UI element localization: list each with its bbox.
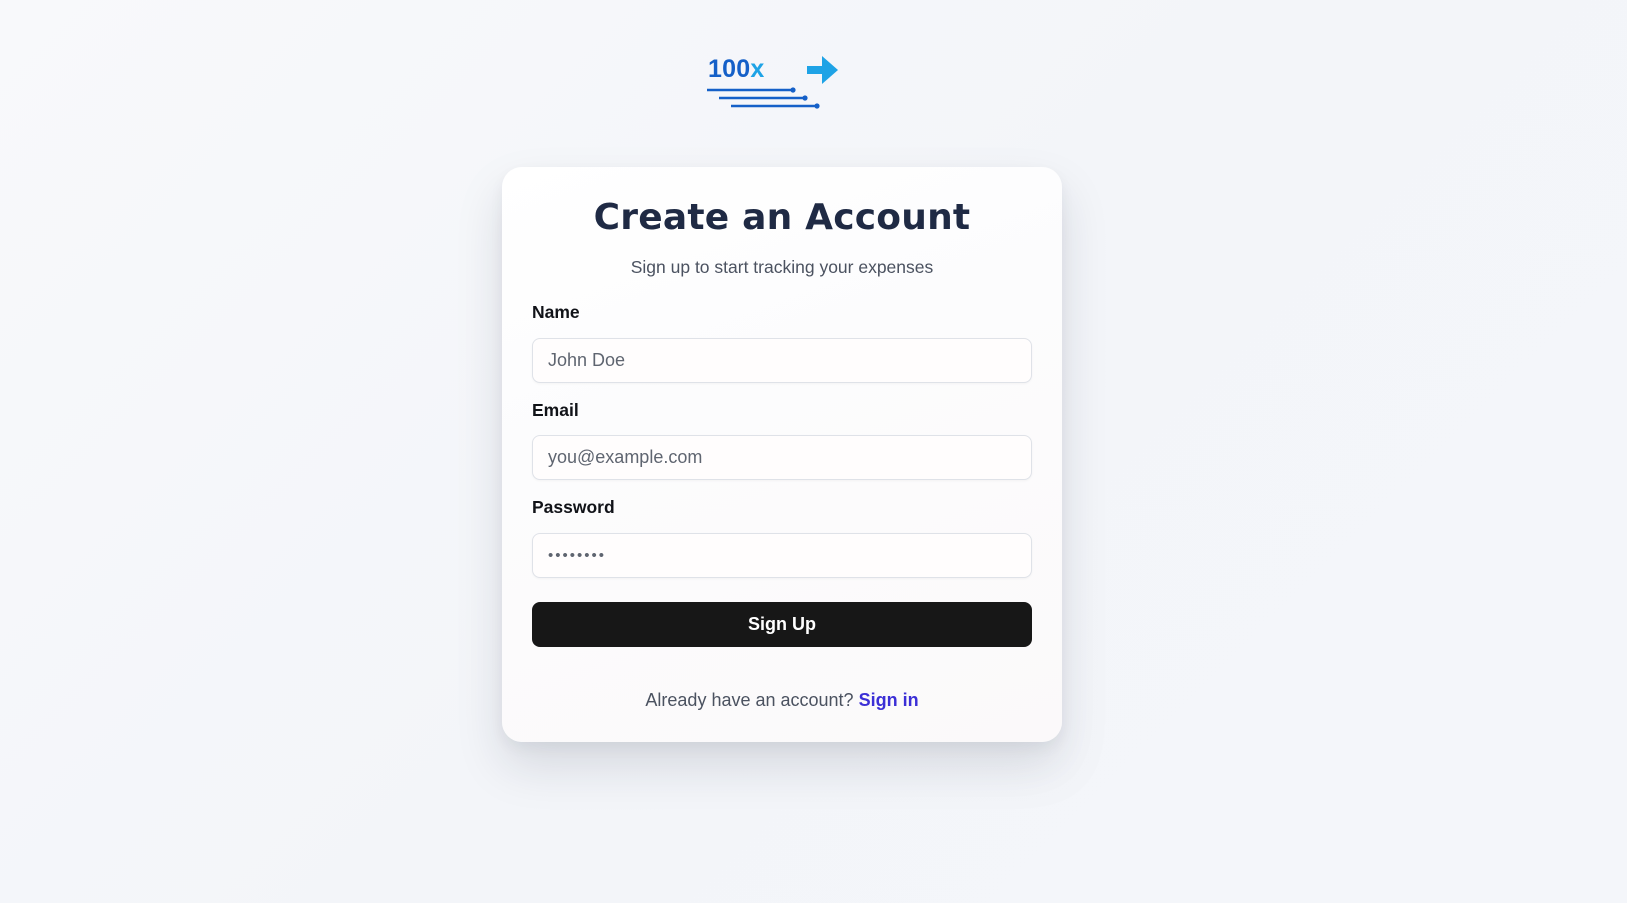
arrow-right-icon bbox=[807, 56, 838, 84]
sign-up-button[interactable]: Sign Up bbox=[532, 602, 1032, 647]
sign-in-link[interactable]: Sign in bbox=[859, 690, 919, 710]
email-input[interactable] bbox=[532, 435, 1032, 480]
signin-prompt-text: Already have an account? bbox=[645, 690, 854, 710]
name-label: Name bbox=[532, 302, 580, 322]
brand-logo: 100x bbox=[705, 52, 841, 114]
signup-card: Create an Account Sign up to start track… bbox=[502, 167, 1062, 742]
email-label: Email bbox=[532, 400, 579, 420]
password-input[interactable] bbox=[532, 533, 1032, 578]
name-input[interactable] bbox=[532, 338, 1032, 383]
page-title: Create an Account bbox=[593, 197, 971, 238]
page-subtitle: Sign up to start tracking your expenses bbox=[630, 257, 934, 277]
password-label: Password bbox=[532, 497, 615, 517]
signin-prompt: Already have an account? Sign in bbox=[502, 690, 1062, 711]
